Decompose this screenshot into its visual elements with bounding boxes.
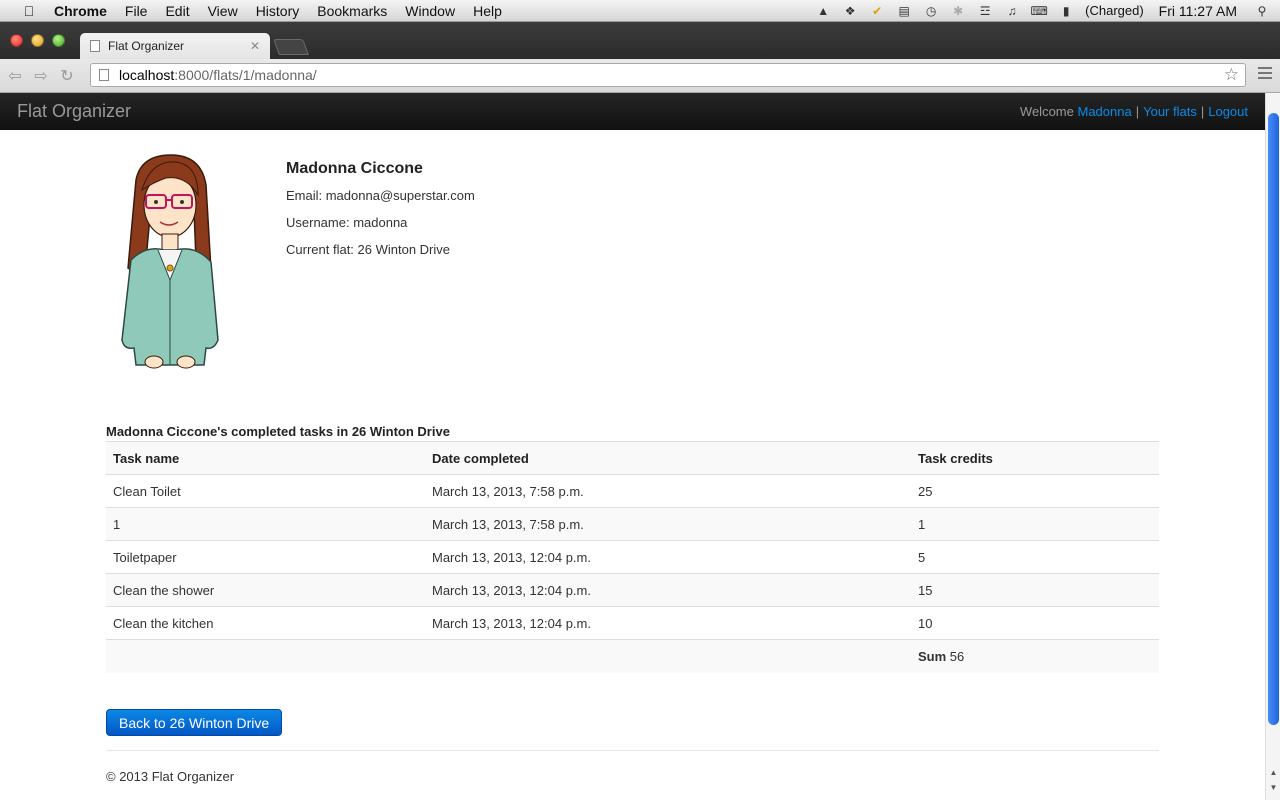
header-task-name: Task name	[106, 441, 425, 475]
checkmark-icon[interactable]: ✔	[869, 4, 885, 18]
site-brand[interactable]: Flat Organizer	[17, 101, 131, 122]
browser-tab-active[interactable]: Flat Organizer ✕	[80, 33, 270, 59]
bookmark-star-icon[interactable]: ☆	[1224, 65, 1239, 85]
task-credits-cell: 5	[911, 540, 1159, 574]
task-date-cell: March 13, 2013, 12:04 p.m.	[425, 606, 911, 640]
wifi-icon[interactable]: ☲	[977, 4, 993, 18]
close-window-button[interactable]	[10, 34, 23, 47]
mac-menu-bar:  Chrome File Edit View History Bookmark…	[0, 0, 1280, 22]
page-icon	[99, 69, 109, 81]
page-viewport: Flat Organizer Welcome Madonna | Your flat…	[0, 93, 1265, 800]
welcome-text: Welcome	[1019, 104, 1074, 119]
table-row: Clean the kitchen March 13, 2013, 12:04 …	[106, 606, 1159, 640]
apple-menu-icon[interactable]: 	[18, 3, 40, 19]
browser-toolbar: ⇦ ⇨ ↻ localhost :8000/flats/1/madonna/ ☆	[0, 59, 1280, 93]
task-credits-cell: 15	[911, 573, 1159, 607]
menu-help[interactable]: Help	[473, 3, 502, 19]
profile-current-flat: Current flat: 26 Winton Drive	[286, 242, 451, 257]
window-controls	[10, 34, 65, 47]
task-credits-cell: 1	[911, 507, 1159, 541]
profile-username: Username: madonna	[286, 215, 408, 230]
forward-arrow-icon[interactable]: ⇨	[30, 66, 52, 86]
battery-icon[interactable]: ▮	[1058, 4, 1074, 18]
reload-icon[interactable]: ↻	[56, 66, 78, 86]
task-date-cell: March 13, 2013, 12:04 p.m.	[425, 540, 911, 574]
sum-cell: Sum 56	[911, 639, 1159, 673]
sum-row: Sum 56	[106, 639, 1159, 673]
table-row: Clean Toilet March 13, 2013, 7:58 p.m. 2…	[106, 474, 1159, 508]
header-task-credits: Task credits	[911, 441, 1159, 475]
tab-title: Flat Organizer	[108, 39, 185, 53]
menu-history[interactable]: History	[256, 3, 300, 19]
menu-clock[interactable]: Fri 11:27 AM	[1159, 3, 1237, 19]
task-credits-cell: 25	[911, 474, 1159, 508]
completed-tasks-table: Task name Date completed Task credits Cl…	[106, 441, 1159, 673]
menu-file[interactable]: File	[125, 3, 148, 19]
input-menu-icon[interactable]: ⌨	[1030, 4, 1047, 18]
profile-info: Madonna Ciccone Email: madonna@superstar…	[286, 160, 475, 269]
dropbox-icon[interactable]: ❖	[842, 4, 858, 18]
back-to-flat-button[interactable]: Back to 26 Winton Drive	[106, 709, 283, 736]
volume-icon[interactable]: ♫	[1004, 4, 1020, 18]
table-row: Clean the shower March 13, 2013, 12:04 p…	[106, 573, 1159, 607]
profile-name: Madonna Ciccone	[286, 160, 423, 177]
footer-divider	[106, 750, 1159, 751]
main-container: Madonna Ciccone Email: madonna@superstar…	[106, 130, 1159, 784]
sum-value: 56	[949, 648, 965, 664]
task-name-cell: Clean the shower	[106, 573, 425, 607]
scroll-up-icon[interactable]: ▲	[1266, 768, 1280, 777]
logout-link[interactable]: Logout	[1208, 104, 1248, 119]
url-host: localhost	[119, 67, 175, 83]
drive-icon[interactable]: ▲	[815, 4, 831, 18]
table-header-row: Task name Date completed Task credits	[106, 441, 1159, 475]
task-date-cell: March 13, 2013, 12:04 p.m.	[425, 573, 911, 607]
your-flats-link[interactable]: Your flats	[1143, 104, 1197, 119]
menu-window[interactable]: Window	[405, 3, 455, 19]
sum-label: Sum	[918, 648, 947, 664]
table-row: Toiletpaper March 13, 2013, 12:04 p.m. 5	[106, 540, 1159, 574]
site-navbar: Flat Organizer Welcome Madonna | Your flat…	[0, 93, 1265, 130]
page-favicon-icon	[90, 40, 100, 52]
page-scrollbar[interactable]: ▲ ▼	[1265, 93, 1280, 800]
display-icon[interactable]: ▤	[896, 4, 912, 18]
user-avatar	[121, 154, 219, 369]
spotlight-search-icon[interactable]: ⚲	[1254, 4, 1270, 18]
new-tab-button[interactable]	[273, 39, 309, 55]
task-name-cell: Clean the kitchen	[106, 606, 425, 640]
time-machine-icon[interactable]: ◷	[923, 4, 939, 18]
zoom-window-button[interactable]	[52, 34, 65, 47]
task-credits-cell: 10	[911, 606, 1159, 640]
user-nav: Welcome Madonna | Your flats | Logout	[1019, 104, 1248, 119]
back-arrow-icon[interactable]: ⇦	[4, 66, 26, 86]
task-date-cell: March 13, 2013, 7:58 p.m.	[425, 474, 911, 508]
url-path: :8000/flats/1/madonna/	[174, 67, 317, 83]
bluetooth-icon[interactable]: ✱	[950, 4, 966, 18]
tasks-table-caption: Madonna Ciccone's completed tasks in 26 …	[106, 424, 450, 439]
profile-email: Email: madonna@superstar.com	[286, 188, 475, 203]
menu-view[interactable]: View	[208, 3, 238, 19]
task-name-cell: 1	[106, 507, 425, 541]
menu-edit[interactable]: Edit	[165, 3, 189, 19]
scrollbar-thumb[interactable]	[1268, 113, 1279, 725]
header-date-completed: Date completed	[425, 441, 911, 475]
scroll-down-icon[interactable]: ▼	[1266, 783, 1280, 792]
tab-close-icon[interactable]: ✕	[250, 39, 260, 53]
page-footer: © 2013 Flat Organizer	[106, 769, 235, 784]
browser-tab-strip: Flat Organizer ✕	[0, 22, 1280, 59]
profile-section: Madonna Ciccone Email: madonna@superstar…	[106, 130, 1159, 400]
user-profile-link[interactable]: Madonna	[1078, 104, 1132, 119]
minimize-window-button[interactable]	[31, 34, 44, 47]
task-name-cell: Clean Toilet	[106, 474, 425, 508]
menu-app-name[interactable]: Chrome	[54, 3, 107, 19]
table-row: 1 March 13, 2013, 7:58 p.m. 1	[106, 507, 1159, 541]
chrome-menu-icon[interactable]	[1258, 67, 1272, 82]
task-date-cell: March 13, 2013, 7:58 p.m.	[425, 507, 911, 541]
menu-bookmarks[interactable]: Bookmarks	[317, 3, 387, 19]
task-name-cell: Toiletpaper	[106, 540, 425, 574]
battery-status: (Charged)	[1085, 3, 1144, 18]
address-bar[interactable]: localhost :8000/flats/1/madonna/ ☆	[90, 63, 1246, 87]
